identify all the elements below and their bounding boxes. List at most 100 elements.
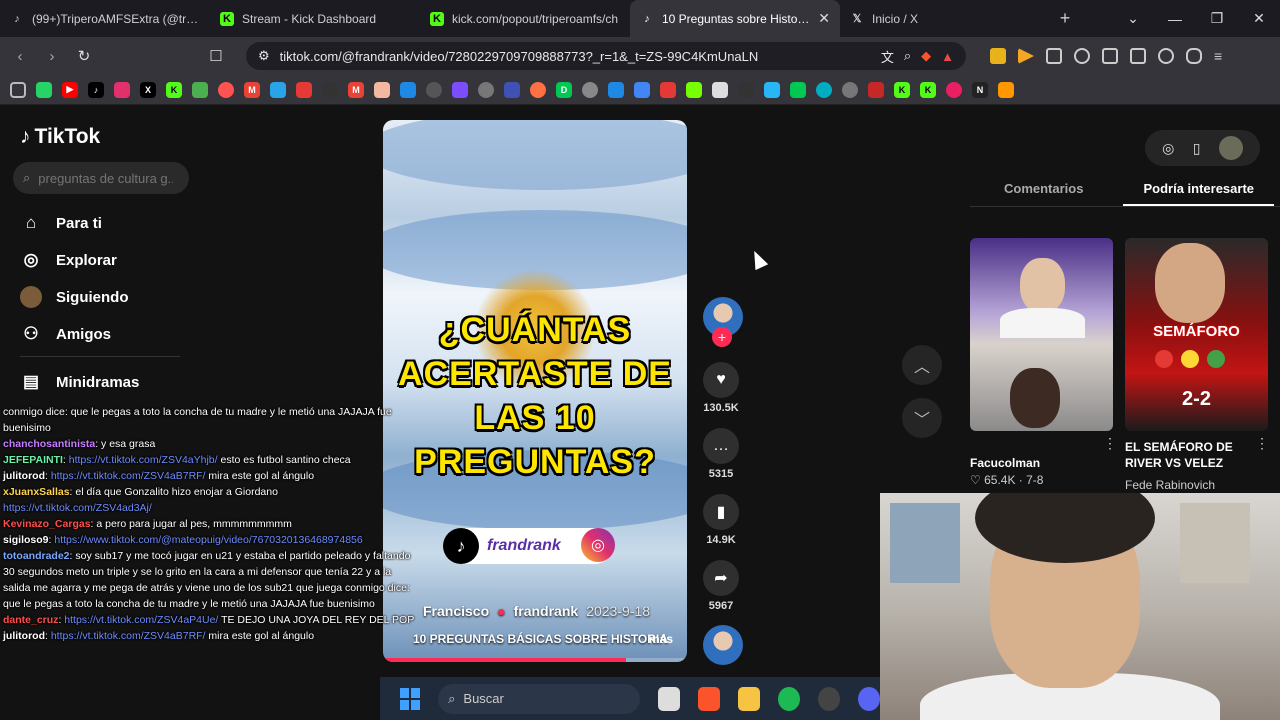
leo-icon[interactable]	[1158, 48, 1174, 64]
search-box[interactable]: ⌕	[13, 162, 189, 194]
close-window-icon[interactable]: ✕	[1238, 10, 1280, 27]
bookmark-icon[interactable]	[582, 81, 598, 98]
url-field[interactable]: ⚙ tiktok.com/@frandrank/video/7280229709…	[246, 42, 966, 70]
bookmark-icon[interactable]: D	[556, 81, 572, 98]
bookmark-icon[interactable]	[270, 81, 286, 98]
bookmark-icon[interactable]	[400, 81, 416, 98]
nav-explorar[interactable]: ◎ Explorar	[20, 249, 117, 271]
bookmark-icon[interactable]	[504, 81, 520, 98]
reload-icon[interactable]: ↻	[72, 47, 96, 65]
new-tab-button[interactable]: +	[1050, 8, 1080, 29]
menu-icon[interactable]: ≡	[1214, 48, 1230, 64]
card-author[interactable]: Facucolman	[970, 456, 1040, 470]
bookmark-icon[interactable]	[764, 81, 780, 98]
youtube-icon[interactable]: ▶	[62, 81, 78, 98]
chat-username[interactable]: xJuanxSallas	[3, 486, 70, 498]
chat-link[interactable]: https://vt.tiktok.com/ZSV4ad3Aj/	[3, 502, 152, 514]
recommended-video-card[interactable]: SEMÁFORO 2-2	[1125, 238, 1268, 431]
wallet-icon[interactable]	[1130, 48, 1146, 64]
browser-tab-active[interactable]: ♪ 10 Preguntas sobre Historia ✕	[630, 0, 840, 37]
recommended-video-card[interactable]	[970, 238, 1113, 431]
play-icon[interactable]	[1018, 48, 1034, 64]
tab-podria-interesarte[interactable]: Podría interesarte	[1123, 177, 1275, 206]
discord-icon[interactable]	[858, 686, 880, 711]
docs-icon[interactable]	[634, 81, 650, 98]
tab-comentarios[interactable]: Comentarios	[970, 177, 1083, 206]
download-icon[interactable]	[686, 81, 702, 98]
bookmark-icon[interactable]	[478, 81, 494, 98]
sidebar-icon[interactable]	[1102, 48, 1118, 64]
nav-siguiendo[interactable]: Siguiendo	[20, 286, 129, 308]
next-video-button[interactable]: ﹀	[902, 398, 942, 438]
bookmark-icon[interactable]	[842, 81, 858, 98]
bookmark-icon[interactable]: N	[972, 81, 988, 98]
chat-link[interactable]: https://vt.tiktok.com/ZSV4aYhjb/	[69, 454, 218, 466]
bookmark-icon[interactable]	[192, 81, 208, 98]
comment-button[interactable]: … 5315	[703, 428, 739, 480]
video-progress-bar[interactable]	[383, 658, 687, 662]
bookmark-icon[interactable]: ☐	[204, 47, 228, 65]
site-settings-icon[interactable]: ⚙	[258, 48, 270, 64]
share-button[interactable]: ➦ 5967	[703, 560, 739, 612]
forward-icon[interactable]: ›	[40, 48, 64, 65]
bookmark-icon[interactable]	[530, 81, 546, 98]
windows-start-icon[interactable]	[400, 687, 421, 710]
previous-video-button[interactable]: ︿	[902, 345, 942, 385]
gmail-icon[interactable]: M	[348, 81, 364, 98]
tiktok-logo[interactable]: ♪ TikTok	[20, 125, 100, 149]
like-button[interactable]: ♥ 130.5K	[703, 362, 739, 414]
spotify-icon[interactable]	[778, 686, 801, 711]
video-author-line[interactable]: Francisco ● frandrank 2023-9-18	[423, 603, 650, 619]
bookmark-icon[interactable]	[712, 81, 728, 98]
gmail-icon[interactable]: M	[244, 81, 260, 98]
bookmark-icon[interactable]	[296, 81, 312, 98]
brave-shield-icon[interactable]: ◆	[921, 48, 931, 64]
brave-rewards-icon[interactable]: ▲	[941, 49, 954, 64]
phone-icon[interactable]: ▯	[1193, 140, 1201, 157]
bookmark-icon[interactable]	[816, 81, 832, 98]
creator-avatar-button[interactable]: +	[703, 297, 743, 347]
wallet-extension-icon[interactable]	[990, 48, 1006, 64]
tab-list-icon[interactable]: ⌄	[1112, 10, 1154, 27]
chat-username[interactable]: chanchosantinista	[3, 438, 95, 450]
kick-icon[interactable]: K	[894, 81, 910, 98]
chat-link[interactable]: https://vt.tiktok.com/ZSV4aB7RF/	[51, 470, 206, 482]
task-view-icon[interactable]	[658, 686, 681, 711]
close-tab-icon[interactable]: ✕	[818, 10, 830, 27]
taskbar-search[interactable]: ⌕ Buscar	[438, 683, 641, 714]
nav-amigos[interactable]: ⚇ Amigos	[20, 323, 111, 345]
card-author[interactable]: Fede Rabinovich	[1125, 478, 1215, 492]
bookmark-icon[interactable]	[608, 81, 624, 98]
kick-icon[interactable]: K	[920, 81, 936, 98]
chat-username[interactable]: JEFEPAINTI	[3, 454, 63, 466]
search-input[interactable]	[38, 170, 174, 186]
follow-plus-icon[interactable]: +	[712, 327, 732, 347]
browser-tab[interactable]: ♪ (99+)TriperoAMFSExtra (@tripero	[0, 0, 210, 37]
whatsapp-icon[interactable]	[36, 81, 52, 98]
card-title[interactable]: EL SEMÁFORO DE RIVER VS VELEZ	[1125, 439, 1255, 471]
browser-tab[interactable]: 𝕏 Inicio / X	[840, 0, 1050, 37]
chat-username[interactable]: sigiloso9	[3, 534, 49, 546]
bookmark-icon[interactable]	[218, 81, 234, 98]
chat-username[interactable]: julitorod	[3, 470, 45, 482]
translate-icon[interactable]: 文	[881, 47, 894, 66]
obs-icon[interactable]	[818, 686, 841, 711]
chat-link[interactable]: https://vt.tiktok.com/ZSV4aP4Ue/	[64, 614, 218, 626]
x-icon[interactable]: X	[140, 81, 156, 98]
bookmark-icon[interactable]	[790, 81, 806, 98]
sound-avatar[interactable]	[703, 625, 743, 665]
file-explorer-icon[interactable]	[738, 686, 761, 711]
nav-minidramas[interactable]: ▤ Minidramas	[20, 371, 139, 393]
video-player[interactable]: ¿CUÁNTAS ACERTASTE DE LAS 10 PREGUNTAS? …	[383, 120, 687, 662]
bookmark-icon[interactable]	[426, 81, 442, 98]
bookmark-icon[interactable]	[998, 81, 1014, 98]
bookmark-icon[interactable]	[452, 81, 468, 98]
bookmark-icon[interactable]	[868, 81, 884, 98]
bookmark-icon[interactable]	[738, 81, 754, 98]
browser-tab[interactable]: K Stream - Kick Dashboard	[210, 0, 420, 37]
instagram-icon[interactable]	[114, 81, 130, 98]
zoom-icon[interactable]: ⌕	[904, 48, 911, 64]
chat-username[interactable]: Kevinazo_Cargas	[3, 518, 91, 530]
puzzle-icon[interactable]	[1046, 48, 1062, 64]
chat-username[interactable]: julitorod	[3, 630, 45, 642]
